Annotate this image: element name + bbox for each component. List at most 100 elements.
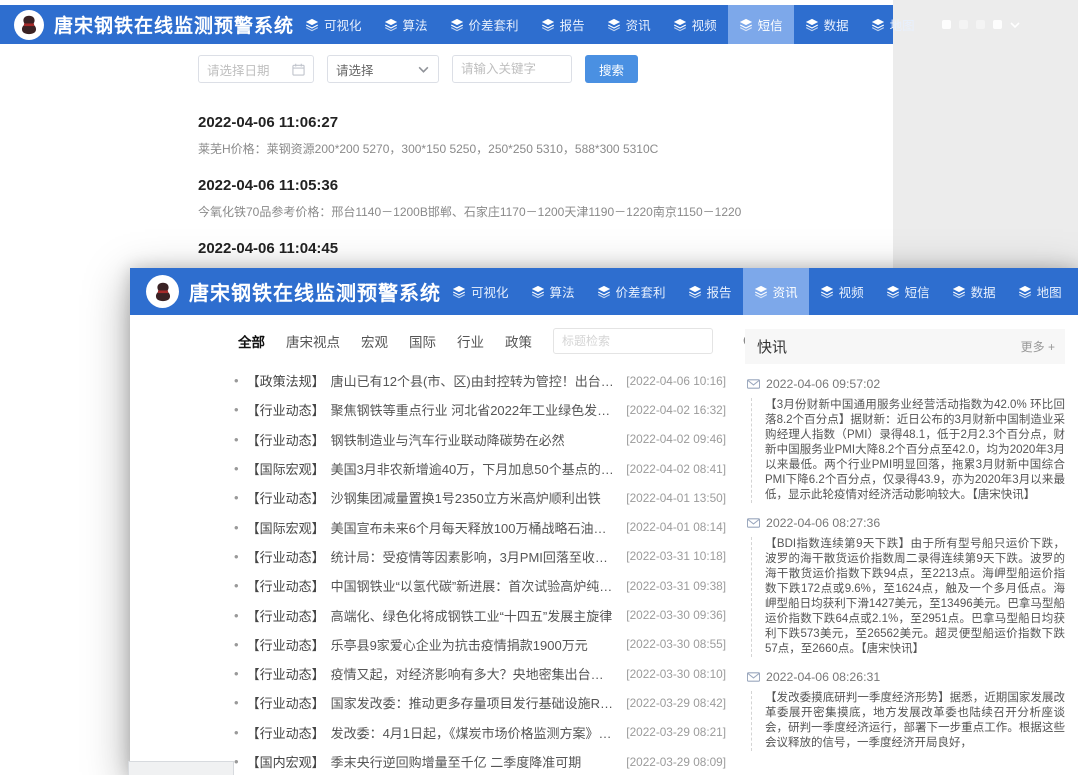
nav-item[interactable]: 短信 (728, 5, 794, 44)
news-row[interactable]: • 【行业动态】 聚焦钢铁等重点行业 河北省2022年工业绿色发展工作要点 [2… (234, 395, 726, 424)
app-logo-icon (14, 10, 44, 40)
flash-content: 【3月份财新中国通用服务业经营活动指数为42.0% 环比回落8.2个百分点】据财… (751, 398, 1065, 503)
sms-message: 2022-04-06 11:06:27 莱芜H价格：莱钢资源200*200 52… (198, 114, 858, 157)
nav-item[interactable]: 短信 (875, 268, 941, 315)
nav-item-label: 视频 (839, 282, 864, 301)
nav-item-label: 报告 (707, 282, 732, 301)
nav-item[interactable]: 可视化 (441, 268, 520, 315)
nav-item[interactable]: 价差套利 (439, 5, 530, 44)
nav-item-label: 地图 (890, 15, 915, 34)
bullet-icon: • (234, 608, 239, 623)
select-value: 请选择 (336, 60, 374, 79)
user-widget-icon[interactable] (942, 20, 951, 29)
flash-item[interactable]: 2022-04-06 08:26:31 【发改委摸底研判一季度经济形势】据悉，近… (745, 670, 1065, 751)
news-date: [2022-04-01 08:14] (616, 520, 726, 534)
news-row[interactable]: • 【国内宏观】 季末央行逆回购增量至千亿 二季度降准可期 [2022-03-2… (234, 747, 726, 775)
nav-item[interactable]: 报告 (677, 268, 743, 315)
news-row[interactable]: • 【政策法规】 唐山已有12个县(市、区)由封控转为管控！出台18条支持… [… (234, 366, 726, 395)
news-title: 统计局：受疫情等因素影响，3月PMI回落至收缩区间 (331, 547, 617, 566)
flash-time-row: 2022-04-06 08:27:36 (745, 516, 1065, 530)
news-category: 【行业动态】 (247, 664, 325, 683)
news-date: [2022-04-02 08:41] (616, 462, 726, 476)
nav-item[interactable]: 视频 (662, 5, 728, 44)
bullet-icon: • (234, 754, 239, 769)
news-date: [2022-03-29 08:42] (616, 696, 726, 710)
news-title: 发改委：4月1日起，《煤炭市场价格监测方案》《煤炭生… (331, 723, 617, 742)
news-row[interactable]: • 【行业动态】 统计局：受疫情等因素影响，3月PMI回落至收缩区间 [2022… (234, 542, 726, 571)
nav-item-label: 价差套利 (616, 282, 666, 301)
brand-link[interactable]: 唐宋钢铁在线监测预警系统 (14, 5, 294, 44)
news-category: 【行业动态】 (247, 547, 325, 566)
app-logo-icon (146, 275, 179, 308)
nav-item[interactable]: 数据 (941, 268, 1007, 315)
bullet-icon: • (234, 549, 239, 564)
nav-item[interactable]: 算法 (373, 5, 439, 44)
tab[interactable]: 全部 (238, 331, 265, 351)
chevron-down-icon[interactable] (1010, 20, 1020, 30)
news-row[interactable]: • 【行业动态】 中国钢铁业“以氢代碳”新进展：首次试验高炉纯氢冶炼… [202… (234, 571, 726, 600)
nav-item-label: 报告 (560, 15, 585, 34)
flash-item[interactable]: 2022-04-06 08:27:36 【BDI指数连续第9天下跌】由于所有型号… (745, 516, 1065, 657)
news-title: 沙钢集团减量置换1号2350立方米高炉顺利出铁 (331, 488, 601, 507)
news-date: [2022-04-02 16:32] (616, 403, 726, 417)
bullet-icon: • (234, 725, 239, 740)
tab[interactable]: 唐宋视点 (286, 331, 340, 351)
nav-item[interactable]: 资讯 (596, 5, 662, 44)
news-row[interactable]: • 【行业动态】 高端化、绿色化将成钢铁工业“十四五”发展主旋律 [2022-0… (234, 600, 726, 629)
search-button[interactable]: 搜索 (585, 55, 638, 83)
news-category: 【行业动态】 (247, 400, 325, 419)
news-row[interactable]: • 【行业动态】 疫情又起，对经济影响有多大？央地密集出台纾困措施 [2022-… (234, 659, 726, 688)
title-search-input[interactable] (553, 328, 713, 354)
sms-filter-bar: 请选择日期 请选择 搜索 (198, 55, 858, 83)
nav-item[interactable]: 地图 (1007, 268, 1073, 315)
flash-item[interactable]: 2022-04-06 09:57:02 【3月份财新中国通用服务业经营活动指数为… (745, 377, 1065, 503)
tab[interactable]: 政策 (505, 331, 532, 351)
news-title: 疫情又起，对经济影响有多大？央地密集出台纾困措施 (331, 664, 617, 683)
nav-item[interactable]: 地图 (860, 5, 926, 44)
tab[interactable]: 宏观 (361, 331, 388, 351)
avatar[interactable] (993, 20, 1002, 29)
nav-item[interactable]: 价差套利 (586, 268, 677, 315)
news-category: 【国际宏观】 (247, 459, 325, 478)
nav-item[interactable]: 报告 (530, 5, 596, 44)
nav-item[interactable]: 资讯 (743, 268, 809, 315)
news-row[interactable]: • 【国际宏观】 美国宣布未来6个月每天释放100万桶战略石油储备 [2022-… (234, 512, 726, 541)
back-nav: 可视化 算法 价差套利 (294, 5, 926, 44)
news-date: [2022-03-30 08:55] (616, 637, 726, 651)
app-title: 唐宋钢铁在线监测预警系统 (54, 11, 294, 38)
nav-item[interactable]: 数据 (794, 5, 860, 44)
flash-more-link[interactable]: 更多 + (1021, 338, 1055, 355)
news-title: 乐亭县9家爱心企业为抗击疫情捐款1900万元 (331, 635, 588, 654)
nav-item[interactable]: 视频 (809, 268, 875, 315)
brand-link[interactable]: 唐宋钢铁在线监测预警系统 (146, 268, 441, 315)
nav-item[interactable]: 可视化 (294, 5, 373, 44)
date-picker[interactable]: 请选择日期 (198, 55, 314, 83)
keyword-input[interactable] (452, 55, 572, 83)
news-title: 唐山已有12个县(市、区)由封控转为管控！出台18条支持… (331, 371, 617, 390)
flash-panel-title: 快讯 (757, 336, 787, 357)
news-row[interactable]: • 【行业动态】 钢铁制造业与汽车行业联动降碳势在必然 [2022-04-02 … (234, 425, 726, 454)
news-date: [2022-03-29 08:21] (616, 725, 726, 739)
window-news: 唐宋钢铁在线监测预警系统 可视化 算法 (130, 268, 1078, 775)
front-nav: 可视化 算法 价差套利 (441, 268, 1073, 315)
news-date: [2022-04-02 09:46] (616, 432, 726, 446)
tab[interactable]: 行业 (457, 331, 484, 351)
flash-panel: 快讯 更多 + 2022-04-06 09:57:02 (745, 329, 1065, 751)
news-row[interactable]: • 【行业动态】 乐亭县9家爱心企业为抗击疫情捐款1900万元 [2022-03… (234, 630, 726, 659)
news-row[interactable]: • 【行业动态】 沙钢集团减量置换1号2350立方米高炉顺利出铁 [2022-0… (234, 483, 726, 512)
mail-icon (747, 672, 760, 682)
news-date: [2022-04-01 13:50] (616, 491, 726, 505)
bullet-icon: • (234, 373, 239, 388)
layers-icon (1018, 285, 1032, 299)
message-widget-icon[interactable] (976, 20, 985, 29)
nav-item[interactable]: 算法 (520, 268, 586, 315)
category-select[interactable]: 请选择 (327, 55, 439, 83)
news-row[interactable]: • 【行业动态】 发改委：4月1日起，《煤炭市场价格监测方案》《煤炭生… [20… (234, 718, 726, 747)
tab[interactable]: 国际 (409, 331, 436, 351)
desktop: 唐宋钢铁在线监测预警系统 可视化 算法 (0, 0, 1078, 775)
news-row[interactable]: • 【国际宏观】 美国3月非农新增逾40万，下月加息50个基点的几率大增 [20… (234, 454, 726, 483)
flash-timestamp: 2022-04-06 08:27:36 (766, 516, 880, 530)
badge-icon (959, 20, 968, 29)
news-row[interactable]: • 【行业动态】 国家发改委：推动更多存量项目发行基础设施REITs [2022… (234, 688, 726, 717)
layers-icon (952, 285, 966, 299)
